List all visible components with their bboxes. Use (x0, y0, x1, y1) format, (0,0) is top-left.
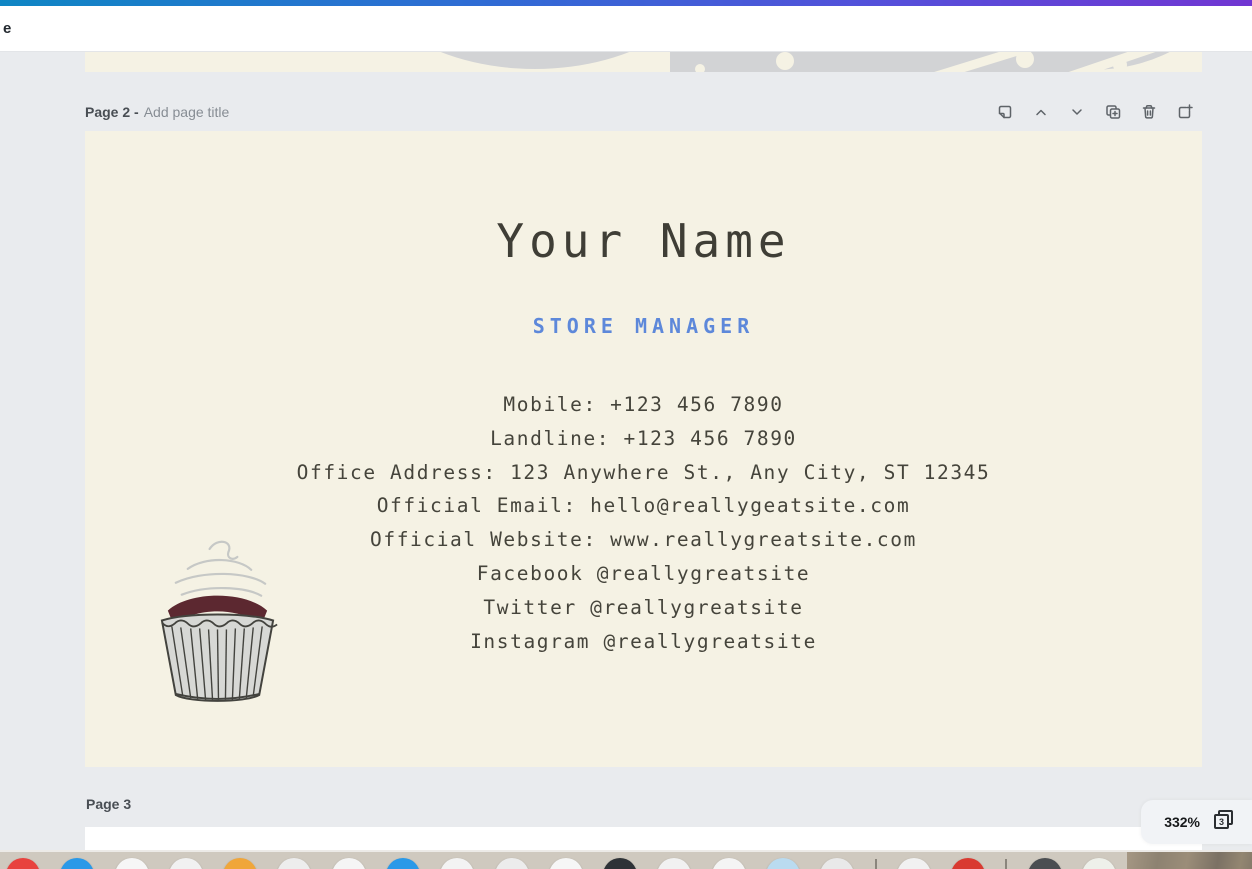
system-dock[interactable] (0, 850, 1252, 869)
add-page-icon[interactable] (1173, 100, 1197, 124)
dock-icon[interactable] (223, 858, 258, 869)
contact-line: Facebook @reallygreatsite (476, 561, 811, 585)
delete-page-icon[interactable] (1137, 100, 1161, 124)
desktop-wallpaper (1127, 852, 1252, 869)
zoom-level[interactable]: 332% (1164, 814, 1200, 830)
dock-icon[interactable] (440, 858, 475, 869)
design-name-text[interactable]: Your Name (85, 214, 1202, 268)
dock-icon[interactable] (951, 858, 986, 869)
dock-icon[interactable] (168, 858, 203, 869)
page2-actions (993, 100, 1202, 124)
page2-title-placeholder[interactable]: Add page title (144, 104, 230, 120)
dock-icon[interactable] (6, 858, 40, 869)
dock-icon[interactable] (765, 858, 800, 869)
dock-icon[interactable] (657, 858, 692, 869)
contact-line: Official Website: www.reallygreatsite.co… (370, 528, 917, 552)
dock-icon[interactable] (1027, 858, 1062, 869)
editor-toolbar: e (0, 6, 1252, 52)
page2-label: Page 2 - (85, 104, 139, 120)
page1-decoration (85, 52, 1202, 72)
contact-block[interactable]: Mobile: +123 456 7890 Landline: +123 456 … (294, 388, 994, 658)
dock-icon[interactable] (494, 858, 529, 869)
design-canvas[interactable]: Page 2 - Add page title Your Name STORE … (0, 52, 1252, 850)
dock-icon[interactable] (896, 858, 931, 869)
dock-icon[interactable] (114, 858, 149, 869)
zoom-indicator[interactable]: 332% 3 (1141, 800, 1252, 844)
dock-separator (874, 859, 877, 869)
dock-icon[interactable] (277, 858, 312, 869)
cupcake-illustration[interactable] (148, 533, 287, 707)
page-2[interactable]: Your Name STORE MANAGER Mobile: +123 456… (85, 131, 1202, 767)
dock-icon[interactable] (331, 858, 366, 869)
contact-line: Official Email: hello@reallygeatsite.com (376, 494, 911, 518)
contact-line: Instagram @reallygreatsite (470, 629, 817, 653)
dock-icon[interactable] (711, 858, 746, 869)
dock-icon[interactable] (820, 858, 855, 869)
page3-label: Page 3 (86, 796, 132, 812)
toolbar-partial-text: e (3, 20, 12, 37)
page-3-top[interactable] (85, 827, 1202, 850)
dock-icon[interactable] (385, 858, 420, 869)
contact-line: Office Address: 123 Anywhere St., Any Ci… (296, 460, 991, 484)
dock-separator (1005, 859, 1008, 869)
contact-line: Landline: +123 456 7890 (490, 426, 797, 450)
dock-icon[interactable] (1081, 858, 1116, 869)
notes-icon[interactable] (993, 100, 1017, 124)
move-page-up-icon[interactable] (1029, 100, 1053, 124)
dock-icon[interactable] (548, 858, 583, 869)
page2-header: Page 2 - Add page title (85, 99, 1202, 125)
contact-line: Twitter @reallygreatsite (483, 595, 804, 619)
pages-icon[interactable]: 3 (1213, 810, 1237, 834)
page-count: 3 (1214, 814, 1229, 829)
move-page-down-icon[interactable] (1065, 100, 1089, 124)
dock-icon[interactable] (60, 858, 95, 869)
page-1-bottom[interactable] (85, 52, 1202, 72)
dock-icons-row (6, 858, 1116, 869)
duplicate-page-icon[interactable] (1101, 100, 1125, 124)
dock-icon[interactable] (603, 858, 638, 869)
design-role-text[interactable]: STORE MANAGER (85, 314, 1202, 338)
contact-line: Mobile: +123 456 7890 (503, 393, 784, 416)
